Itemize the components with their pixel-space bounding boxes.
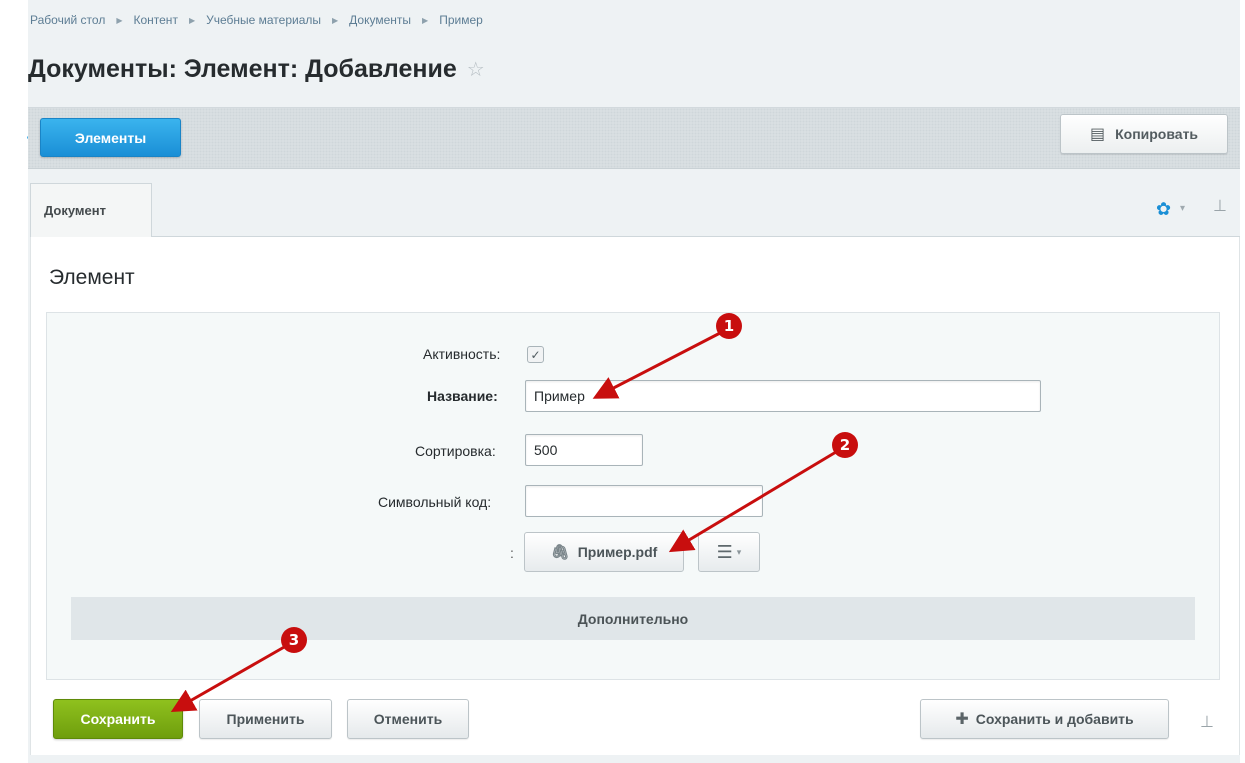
breadcrumb-desktop[interactable]: Рабочий стол <box>30 13 105 27</box>
breadcrumb: Рабочий стол ▶ Контент ▶ Учебные материа… <box>30 13 483 27</box>
copy-button-label: Копировать <box>1115 126 1199 142</box>
page-title-text: Документы: Элемент: Добавление <box>28 55 457 83</box>
code-input[interactable] <box>525 485 763 517</box>
file-name: Пример.pdf <box>577 544 658 560</box>
plus-icon: ✚ <box>955 711 969 728</box>
name-input[interactable]: Пример <box>525 380 1041 412</box>
checkmark-icon: ✓ <box>530 347 541 362</box>
copy-icon: ▤ <box>1089 126 1106 143</box>
chevron-down-icon: ▾ <box>736 546 742 557</box>
file-button[interactable]: 🖇 Пример.pdf <box>524 532 684 572</box>
sort-label: Сортировка: <box>415 443 496 459</box>
breadcrumb-example[interactable]: Пример <box>439 13 483 27</box>
cancel-button-label: Отменить <box>373 711 443 727</box>
annotation-badge-1: 1 <box>716 313 742 339</box>
save-and-add-button[interactable]: ✚ Сохранить и добавить <box>920 699 1169 739</box>
gear-icon[interactable]: ✿ <box>1156 200 1171 218</box>
page-title: Документы: Элемент: Добавление ☆ <box>28 55 485 84</box>
annotation-badge-3: 3 <box>281 627 307 653</box>
elements-button[interactable]: Элементы <box>40 118 181 157</box>
name-label: Название: <box>427 388 498 404</box>
name-input-value: Пример <box>534 388 585 404</box>
file-menu-button[interactable]: ☰ ▾ <box>698 532 760 572</box>
menu-icon: ☰ <box>716 541 733 562</box>
sort-input[interactable]: 500 <box>525 434 643 466</box>
breadcrumb-separator-icon: ▶ <box>422 15 429 25</box>
tab-document[interactable]: Документ <box>30 183 152 237</box>
paperclip-icon: 🖇 <box>550 544 570 561</box>
sort-input-value: 500 <box>534 442 558 458</box>
active-label: Активность: <box>423 346 501 362</box>
breadcrumb-documents[interactable]: Документы <box>349 13 411 27</box>
save-button[interactable]: Сохранить <box>53 699 183 739</box>
toolbar <box>28 107 1240 169</box>
save-and-add-button-label: Сохранить и добавить <box>975 711 1134 727</box>
pin-icon[interactable]: ⊥ <box>1213 196 1227 216</box>
section-title: Элемент <box>49 266 135 289</box>
breadcrumb-separator-icon: ▶ <box>188 15 196 25</box>
additional-section-toggle[interactable]: Дополнительно <box>71 597 1195 640</box>
chevron-down-icon[interactable]: ▾ <box>1180 203 1185 214</box>
annotation-badge-2: 2 <box>832 432 858 458</box>
file-label: : <box>510 545 514 561</box>
code-label: Символьный код: <box>378 494 492 510</box>
elements-button-label: Элементы <box>74 129 147 146</box>
active-checkbox[interactable]: ✓ <box>527 346 544 363</box>
copy-button[interactable]: ▤ Копировать <box>1060 114 1228 154</box>
save-button-label: Сохранить <box>80 711 156 727</box>
breadcrumb-separator-icon: ▶ <box>116 15 123 25</box>
star-icon[interactable]: ☆ <box>467 57 485 82</box>
tab-document-label: Документ <box>44 203 106 218</box>
breadcrumb-separator-icon: ▶ <box>332 15 339 25</box>
breadcrumb-content[interactable]: Контент <box>133 13 177 27</box>
cancel-button[interactable]: Отменить <box>347 699 469 739</box>
additional-section-label: Дополнительно <box>577 610 689 627</box>
pin-icon[interactable]: ⊥ <box>1200 712 1214 732</box>
apply-button-label: Применить <box>226 711 305 727</box>
breadcrumb-materials[interactable]: Учебные материалы <box>206 13 321 27</box>
apply-button[interactable]: Применить <box>199 699 332 739</box>
